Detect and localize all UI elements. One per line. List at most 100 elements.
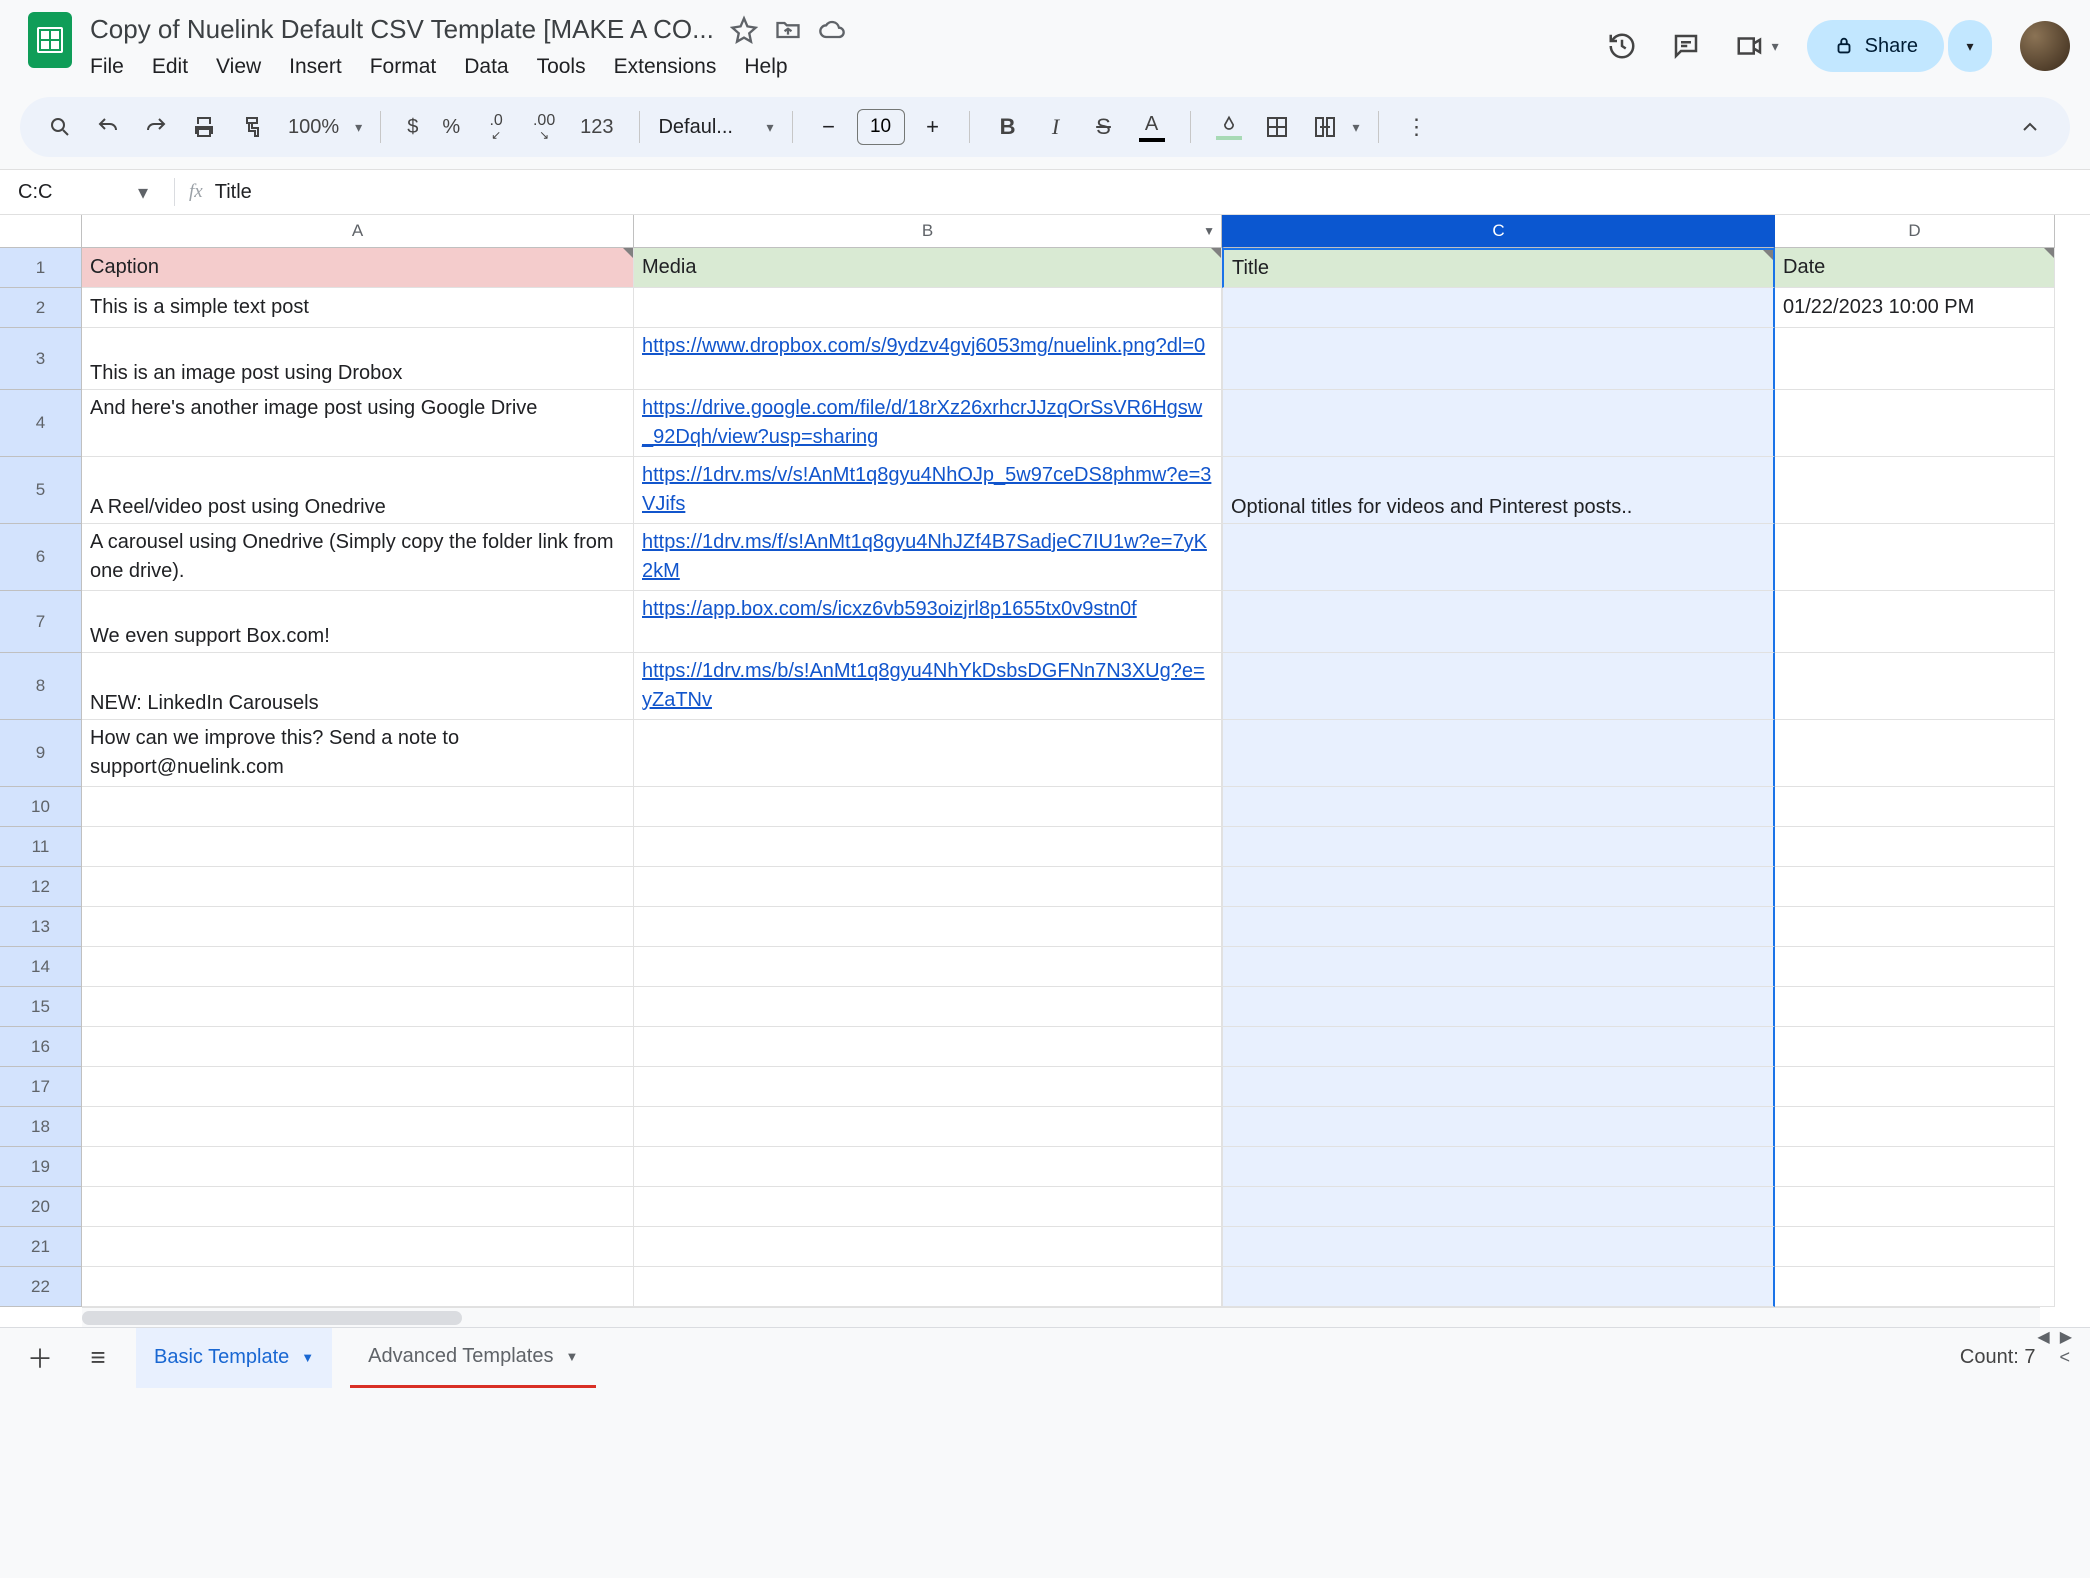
col-header-d[interactable]: D	[1775, 215, 2055, 248]
cell-b10[interactable]	[634, 787, 1222, 827]
menu-extensions[interactable]: Extensions	[614, 55, 717, 79]
cell-a17[interactable]	[82, 1067, 634, 1107]
cell-a10[interactable]	[82, 787, 634, 827]
cell-b7[interactable]: https://app.box.com/s/icxz6vb593oizjrl8p…	[634, 591, 1222, 653]
format-percent[interactable]: %	[434, 116, 468, 139]
meet-icon[interactable]	[1732, 28, 1768, 64]
row-header-1[interactable]: 1	[0, 248, 82, 288]
cell-d7[interactable]	[1775, 591, 2055, 653]
cell-d1[interactable]: Date	[1775, 248, 2055, 288]
cell-b5[interactable]: https://1drv.ms/v/s!AnMt1q8gyu4NhOJp_5w9…	[634, 457, 1222, 524]
col-header-b[interactable]: B▼	[634, 215, 1222, 248]
row-header-2[interactable]: 2	[0, 288, 82, 328]
account-avatar[interactable]	[2020, 21, 2070, 71]
explore-collapse-icon[interactable]: <	[2059, 1347, 2070, 1368]
star-icon[interactable]	[730, 16, 758, 44]
cell-a14[interactable]	[82, 947, 634, 987]
cell-b1[interactable]: Media	[634, 248, 1222, 288]
cell-b16[interactable]	[634, 1027, 1222, 1067]
cell-a4[interactable]: And here's another image post using Goog…	[82, 390, 634, 457]
cell-c22[interactable]	[1222, 1267, 1775, 1307]
row-header-13[interactable]: 13	[0, 907, 82, 947]
undo-icon[interactable]	[88, 107, 128, 147]
cell-b9[interactable]	[634, 720, 1222, 787]
paint-format-icon[interactable]	[232, 107, 272, 147]
cell-a8[interactable]: NEW: LinkedIn Carousels	[82, 653, 634, 720]
row-header-18[interactable]: 18	[0, 1107, 82, 1147]
row-header-5[interactable]: 5	[0, 457, 82, 524]
cell-c6[interactable]	[1222, 524, 1775, 591]
cell-c16[interactable]	[1222, 1027, 1775, 1067]
cell-b18[interactable]	[634, 1107, 1222, 1147]
cloud-status-icon[interactable]	[818, 16, 846, 44]
text-color-icon[interactable]: A	[1132, 107, 1172, 147]
all-sheets-button[interactable]: ≡	[78, 1338, 118, 1378]
row-header-12[interactable]: 12	[0, 867, 82, 907]
cell-d21[interactable]	[1775, 1227, 2055, 1267]
cell-b2[interactable]	[634, 288, 1222, 328]
col-header-c[interactable]: C	[1222, 215, 1775, 248]
share-dropdown[interactable]: ▾	[1948, 20, 1992, 72]
cell-a11[interactable]	[82, 827, 634, 867]
tab-advanced-templates[interactable]: Advanced Templates ▼	[350, 1328, 596, 1388]
cell-c4[interactable]	[1222, 390, 1775, 457]
cell-d14[interactable]	[1775, 947, 2055, 987]
more-toolbar-icon[interactable]: ⋮	[1397, 107, 1437, 147]
cell-a18[interactable]	[82, 1107, 634, 1147]
cell-d19[interactable]	[1775, 1147, 2055, 1187]
share-button[interactable]: Share	[1807, 20, 1944, 72]
font-size-increase[interactable]: +	[915, 109, 951, 145]
tab-basic-template[interactable]: Basic Template ▼	[136, 1328, 332, 1388]
cell-d15[interactable]	[1775, 987, 2055, 1027]
cell-b13[interactable]	[634, 907, 1222, 947]
cell-a1[interactable]: Caption	[82, 248, 634, 288]
cell-c17[interactable]	[1222, 1067, 1775, 1107]
cell-d12[interactable]	[1775, 867, 2055, 907]
collapse-toolbar-icon[interactable]	[2010, 107, 2050, 147]
cell-a12[interactable]	[82, 867, 634, 907]
cell-d11[interactable]	[1775, 827, 2055, 867]
font-size-input[interactable]	[857, 109, 905, 145]
font-size-decrease[interactable]: −	[811, 109, 847, 145]
cell-c7[interactable]	[1222, 591, 1775, 653]
cell-c9[interactable]	[1222, 720, 1775, 787]
redo-icon[interactable]	[136, 107, 176, 147]
name-box-dropdown-icon[interactable]: ▾	[138, 180, 148, 205]
add-sheet-button[interactable]: ＋	[20, 1338, 60, 1378]
cell-b19[interactable]	[634, 1147, 1222, 1187]
row-header-22[interactable]: 22	[0, 1267, 82, 1307]
row-header-19[interactable]: 19	[0, 1147, 82, 1187]
cell-b8[interactable]: https://1drv.ms/b/s!AnMt1q8gyu4NhYkDsbsD…	[634, 653, 1222, 720]
cell-c5[interactable]: Optional titles for videos and Pinterest…	[1222, 457, 1775, 524]
comments-icon[interactable]	[1668, 28, 1704, 64]
cell-b11[interactable]	[634, 827, 1222, 867]
increase-decimal-icon[interactable]: .00↘	[524, 107, 564, 147]
menu-help[interactable]: Help	[744, 55, 787, 79]
fill-color-icon[interactable]	[1209, 107, 1249, 147]
menu-data[interactable]: Data	[464, 55, 508, 79]
cell-c21[interactable]	[1222, 1227, 1775, 1267]
row-header-16[interactable]: 16	[0, 1027, 82, 1067]
format-123[interactable]: 123	[572, 116, 621, 139]
cell-d8[interactable]	[1775, 653, 2055, 720]
menu-file[interactable]: File	[90, 55, 124, 79]
col-b-dropdown-icon[interactable]: ▼	[1203, 224, 1215, 238]
meet-dropdown-icon[interactable]: ▾	[1772, 38, 1779, 55]
borders-icon[interactable]	[1257, 107, 1297, 147]
document-title[interactable]: Copy of Nuelink Default CSV Template [MA…	[90, 14, 714, 45]
history-icon[interactable]	[1604, 28, 1640, 64]
italic-icon[interactable]: I	[1036, 107, 1076, 147]
cell-c15[interactable]	[1222, 987, 1775, 1027]
cell-a5[interactable]: A Reel/video post using Onedrive	[82, 457, 634, 524]
formula-bar[interactable]: Title	[215, 181, 252, 204]
tab-basic-dropdown-icon[interactable]: ▼	[301, 1350, 314, 1365]
font-family-select[interactable]: Defaul...	[658, 116, 758, 139]
cell-c3[interactable]	[1222, 328, 1775, 390]
scroll-right-icon[interactable]: ▶	[2060, 1327, 2072, 1347]
row-header-9[interactable]: 9	[0, 720, 82, 787]
bold-icon[interactable]: B	[988, 107, 1028, 147]
row-header-21[interactable]: 21	[0, 1227, 82, 1267]
menu-edit[interactable]: Edit	[152, 55, 188, 79]
row-header-8[interactable]: 8	[0, 653, 82, 720]
cell-d4[interactable]	[1775, 390, 2055, 457]
